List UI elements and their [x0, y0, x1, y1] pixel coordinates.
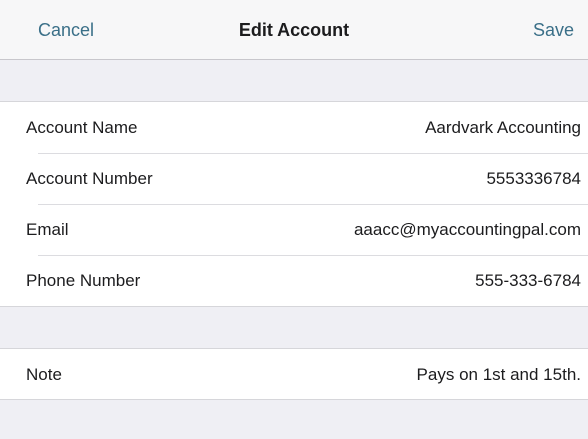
account-number-row[interactable]: Account Number 5553336784	[0, 153, 588, 204]
account-name-field[interactable]: Aardvark Accounting	[425, 118, 581, 138]
phone-number-field[interactable]: 555-333-6784	[475, 271, 581, 291]
phone-number-label: Phone Number	[26, 270, 141, 290]
save-button[interactable]: Save	[533, 20, 574, 41]
note-field[interactable]: Pays on 1st and 15th.	[417, 365, 581, 385]
phone-number-row[interactable]: Phone Number 555-333-6784	[0, 255, 588, 306]
email-field[interactable]: aaacc@myaccountingpal.com	[354, 220, 581, 240]
note-section: Note Pays on 1st and 15th.	[0, 348, 588, 400]
account-number-label: Account Number	[26, 168, 153, 188]
navigation-bar: Cancel Edit Account Save	[0, 0, 588, 60]
note-label: Note	[26, 364, 62, 384]
account-details-section: Account Name Aardvark Accounting Account…	[0, 101, 588, 307]
email-row[interactable]: Email aaacc@myaccountingpal.com	[0, 204, 588, 255]
account-name-label: Account Name	[26, 117, 138, 137]
note-row[interactable]: Note Pays on 1st and 15th.	[0, 349, 588, 400]
account-number-field[interactable]: 5553336784	[486, 169, 581, 189]
account-name-row[interactable]: Account Name Aardvark Accounting	[0, 102, 588, 153]
cancel-button[interactable]: Cancel	[38, 20, 94, 41]
email-label: Email	[26, 219, 69, 239]
